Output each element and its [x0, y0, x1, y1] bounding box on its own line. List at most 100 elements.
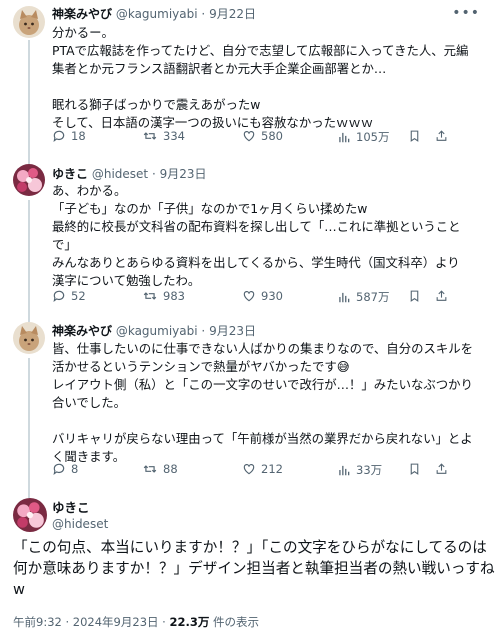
bookmark-icon[interactable] [408, 289, 421, 303]
tweet-line: 何か意味ありますか！？」デザイン担当者と執筆担当者の熱い戦いっすね [13, 560, 495, 577]
avatar[interactable] [13, 164, 45, 196]
tweet-date[interactable]: 9月22日 [209, 7, 256, 21]
tweet-actions: 18 334 580 105万 [52, 129, 452, 145]
retweet-icon [143, 132, 157, 140]
avatar[interactable] [13, 322, 45, 354]
retweet-button[interactable]: 983 [142, 289, 185, 303]
reply-button[interactable]: 8 [52, 462, 78, 476]
main-tweet-text: 「この句点、本当にいりますか！？」「この文字をひらがなにしてるのは 何か意味あり… [13, 537, 495, 600]
tweet-date[interactable]: 9月23日 [209, 324, 256, 338]
retweet-button[interactable]: 88 [142, 462, 178, 476]
avatar[interactable] [13, 6, 45, 38]
main-user-handle[interactable]: @hideset [52, 516, 108, 532]
separator-dot: · [201, 324, 206, 338]
tweet-line: 合いでした。 [52, 395, 126, 410]
retweet-icon [143, 465, 157, 473]
tweet-1[interactable]: 神楽みやび @kagumiyabi · 9月22日 ••• 分かるー。 PTAで… [0, 0, 500, 164]
view-count-label: 件の表示 [213, 615, 260, 629]
tweet-actions: 8 88 212 33万 [52, 462, 452, 478]
tweet-line: 集者とか元フランス語翻訳者とか元大手企業企画部署とか… [52, 61, 387, 76]
view-count: 22.3万 [169, 615, 210, 629]
tweet-line: バリキャリが戻らない理由って「午前様が当然の業界だから戻れない」とよ [52, 431, 473, 446]
tweet-line [52, 78, 482, 96]
right-actions [408, 462, 448, 476]
share-icon[interactable] [435, 462, 448, 476]
reply-button[interactable]: 18 [52, 129, 86, 143]
tweet-line: 皆、仕事したいのに仕事できない人ばかりの集まりなので、自分のスキルを [52, 341, 474, 356]
main-display-name[interactable]: ゆきこ [52, 500, 90, 516]
thread-line [28, 40, 30, 164]
heart-icon [243, 291, 255, 302]
tweet-line: みんなありとあらゆる資料を出してくるから、学生時代（国文科卒）より [52, 255, 460, 270]
views-button[interactable]: 587万 [337, 289, 389, 305]
heart-icon [243, 131, 255, 142]
tweet-line: w [13, 581, 25, 598]
views-button[interactable]: 105万 [337, 129, 389, 145]
views-button[interactable]: 33万 [337, 462, 382, 478]
reply-count: 52 [71, 289, 86, 303]
tweet-meta: 午前9:32 · 2024年9月23日 · 22.3万 件の表示 [13, 614, 259, 630]
user-handle[interactable]: @hideset [92, 167, 148, 181]
display-name[interactable]: 神楽みやび [52, 7, 112, 21]
like-count: 930 [261, 289, 283, 303]
tweet-actions: 52 983 930 587万 [52, 289, 452, 305]
thread-line [28, 358, 30, 498]
analytics-icon [339, 292, 350, 303]
thread-line [28, 200, 30, 322]
reply-count: 18 [71, 129, 86, 143]
bookmark-icon[interactable] [408, 129, 421, 143]
tweet-date[interactable]: 9月23日 [160, 167, 207, 181]
analytics-icon [339, 132, 350, 143]
tweet-line [52, 412, 482, 430]
reply-button[interactable]: 52 [52, 289, 86, 303]
tweet-2[interactable]: ゆきこ @hideset · 9月23日 あ、わかる。 「子ども」なのか「子供」… [0, 164, 500, 322]
tweet-line: 「子ども」なのか「子供」なのかで1ヶ月くらい揉めたw [52, 201, 368, 216]
tweet-header: 神楽みやび @kagumiyabi · 9月23日 [52, 323, 256, 339]
retweet-count: 983 [163, 289, 185, 303]
share-icon[interactable] [435, 129, 448, 143]
retweet-count: 88 [163, 462, 178, 476]
tweet-line: 最終的に校長が文科省の配布資料を探し出して「…これに準拠ということ [52, 219, 461, 234]
separator-dot: · [151, 167, 156, 181]
more-options-icon[interactable]: ••• [452, 6, 480, 20]
tweet-line: あ、わかる。 [52, 183, 127, 198]
bookmark-icon[interactable] [408, 462, 421, 476]
main-avatar[interactable] [13, 498, 47, 532]
like-count: 212 [261, 462, 283, 476]
tweet-line: 分かるー。 [52, 25, 114, 40]
like-count: 580 [261, 129, 283, 143]
like-button[interactable]: 212 [242, 462, 283, 476]
post-timestamp[interactable]: 午前9:32 · 2024年9月23日 · [13, 615, 166, 629]
right-actions [408, 289, 448, 303]
user-handle[interactable]: @kagumiyabi [116, 324, 198, 338]
views-count: 105万 [356, 130, 390, 144]
tweet-line: 漢字について勉強したわ。 [52, 273, 201, 288]
analytics-icon [339, 465, 350, 476]
display-name[interactable]: 神楽みやび [52, 324, 112, 338]
tweet-text: 皆、仕事したいのに仕事できない人ばかりの集まりなので、自分のスキルを 活かせると… [52, 340, 482, 466]
right-actions [408, 129, 448, 143]
like-button[interactable]: 930 [242, 289, 283, 303]
tweet-line: レイアウト側（私）と「この一文字のせいで改行が…！」みたいなぶつかり [52, 377, 473, 392]
reply-icon [53, 463, 65, 476]
views-count: 33万 [356, 463, 383, 477]
tweet-line: で」 [52, 237, 77, 252]
retweet-icon [143, 292, 157, 300]
tweet-line: 「この句点、本当にいりますか！？」「この文字をひらがなにしてるのは [13, 539, 487, 556]
reply-icon [53, 130, 65, 143]
separator-dot: · [201, 7, 206, 21]
reply-count: 8 [71, 462, 79, 476]
user-handle[interactable]: @kagumiyabi [116, 7, 198, 21]
views-count: 587万 [356, 290, 390, 304]
tweet-header: ゆきこ @hideset · 9月23日 [52, 166, 207, 182]
reply-icon [53, 290, 65, 303]
tweet-3[interactable]: 神楽みやび @kagumiyabi · 9月23日 皆、仕事したいのに仕事できな… [0, 320, 500, 498]
like-button[interactable]: 580 [242, 129, 283, 143]
tweet-line: 活かせるというテンションで熱量がヤバかったです😅 [52, 359, 350, 374]
retweet-count: 334 [163, 129, 185, 143]
retweet-button[interactable]: 334 [142, 129, 185, 143]
tweet-header: 神楽みやび @kagumiyabi · 9月22日 [52, 6, 256, 22]
share-icon[interactable] [435, 289, 448, 303]
display-name[interactable]: ゆきこ [52, 167, 88, 181]
tweet-line: PTAで広報誌を作ってたけど、自分で志望して広報部に入ってきた人、元編 [52, 43, 469, 58]
